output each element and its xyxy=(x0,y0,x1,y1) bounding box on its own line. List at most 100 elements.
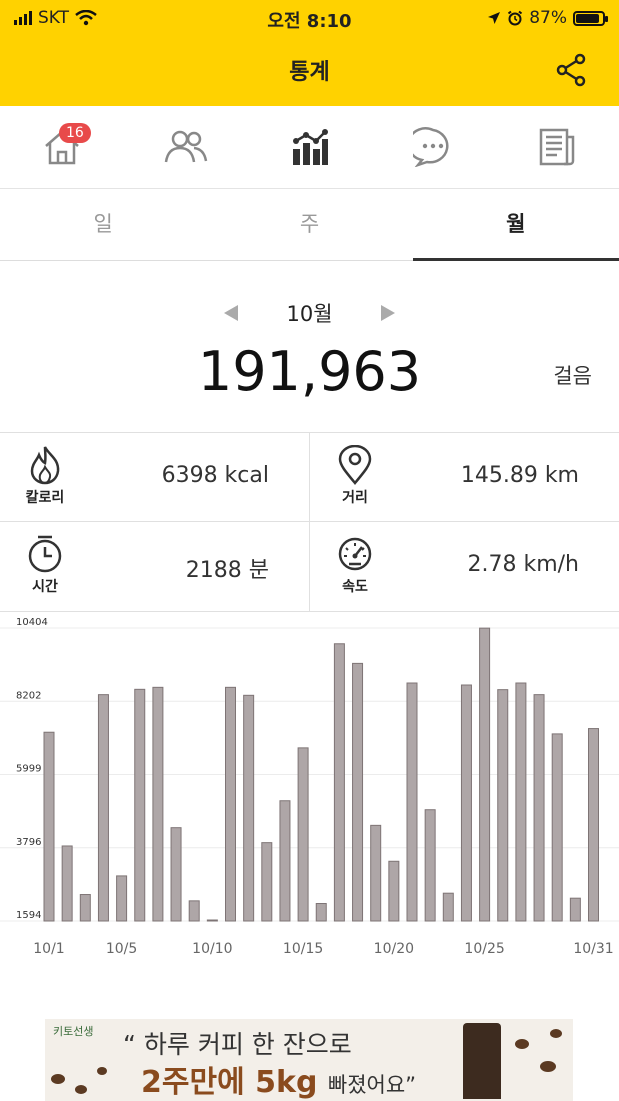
chart-bar xyxy=(406,682,418,922)
y-tick-label: 5999 xyxy=(16,764,41,775)
stat-speed: 속도 2.78 km/h xyxy=(310,522,619,610)
chart-bar xyxy=(315,903,327,922)
stats-row: 시간 2188 분 속도 2.78 km/h xyxy=(0,522,619,610)
x-tick-label: 10/5 xyxy=(106,941,137,957)
chart-bar xyxy=(61,845,73,922)
period-tabs: 일 주 월 xyxy=(0,188,619,261)
location-pin-icon xyxy=(332,445,378,485)
chart-bar xyxy=(533,694,545,922)
y-tick-label: 3796 xyxy=(16,837,41,848)
x-tick-label: 10/10 xyxy=(192,941,232,957)
nav-tab-friends[interactable] xyxy=(124,106,248,188)
ad-headline-text: 하루 커피 한 잔으로 xyxy=(143,1030,352,1059)
chart-bar xyxy=(388,860,400,922)
flame-icon xyxy=(22,445,68,485)
stat-time-label: 시간 xyxy=(32,579,58,595)
chart-bar xyxy=(206,919,218,922)
chart-bar xyxy=(188,900,200,922)
stat-calories: 칼로리 6398 kcal xyxy=(0,433,309,521)
stat-calories-label: 칼로리 xyxy=(25,490,65,506)
chart-bar xyxy=(352,662,364,922)
friends-icon xyxy=(164,130,207,163)
status-bar: SKT 오전 8:10 87% xyxy=(0,0,619,36)
nav-tab-stats[interactable] xyxy=(248,106,372,188)
chart-bar xyxy=(370,824,382,922)
coffee-bean-decoration xyxy=(515,1039,529,1049)
speedometer-icon xyxy=(332,534,378,574)
tab-day[interactable]: 일 xyxy=(0,188,206,260)
coffee-product-image xyxy=(463,1023,501,1099)
app-header: 통계 xyxy=(0,36,619,106)
stat-distance-label: 거리 xyxy=(342,490,368,506)
chart-bar xyxy=(479,627,491,922)
total-steps: 191,963 xyxy=(197,340,422,403)
tab-week[interactable]: 주 xyxy=(206,188,412,260)
chart-bar xyxy=(170,827,182,922)
chart-bar xyxy=(551,733,563,922)
chart-bar xyxy=(225,686,236,922)
nav-tab-chat[interactable] xyxy=(371,106,495,188)
nav-tabs: 16 xyxy=(0,106,619,189)
coffee-bean-decoration xyxy=(540,1061,556,1072)
share-button[interactable] xyxy=(553,52,589,88)
chart-bar xyxy=(569,897,581,922)
chart-bar xyxy=(261,842,273,922)
stat-distance: 거리 145.89 km xyxy=(310,433,619,521)
status-right: 87% xyxy=(487,8,608,28)
y-tick-label: 1594 xyxy=(16,910,41,921)
ad-brand: 키토선생 xyxy=(53,1025,94,1038)
notification-badge: 16 xyxy=(59,123,91,143)
coffee-bean-decoration xyxy=(75,1085,87,1094)
chart-bar xyxy=(424,809,436,922)
ad-banner[interactable]: 키토선생 “ 하루 커피 한 잔으로 2주만에 5kg 빠졌어요” xyxy=(45,1019,573,1101)
ad-subheadline-end: 빠졌어요 xyxy=(327,1073,406,1097)
stat-distance-value: 145.89 km xyxy=(460,463,579,488)
news-icon xyxy=(539,128,575,166)
page-title: 통계 xyxy=(289,60,330,85)
chart-bar xyxy=(134,688,146,922)
steps-bar-chart: 10404 8202 5999 3796 1594 10/1 10/5 10/10 10/15 1… xyxy=(0,617,619,957)
steps-chart: 10404 8202 5999 3796 1594 10/1 10/5 10/10 10/15 1… xyxy=(0,612,619,972)
x-tick-label: 10/31 xyxy=(573,941,613,957)
chart-bar xyxy=(297,747,309,922)
battery-percent: 87% xyxy=(529,8,567,28)
x-tick-label: 10/1 xyxy=(33,941,64,957)
chart-bar xyxy=(79,894,91,922)
y-tick-label: 8202 xyxy=(16,690,41,701)
nav-tab-news[interactable] xyxy=(495,106,619,188)
chart-bar xyxy=(515,682,527,922)
coffee-bean-decoration xyxy=(97,1067,107,1075)
y-tick-label: 10404 xyxy=(16,617,48,628)
chart-bar xyxy=(97,694,109,922)
stat-calories-value: 6398 kcal xyxy=(161,463,269,488)
chart-bar xyxy=(442,892,454,922)
coffee-bean-decoration xyxy=(550,1029,562,1038)
month-label: 10월 xyxy=(286,302,333,326)
location-arrow-icon xyxy=(488,12,501,24)
chart-bar xyxy=(243,694,255,922)
x-tick-label: 10/20 xyxy=(374,941,414,957)
chart-bar xyxy=(460,684,472,922)
nav-tab-home[interactable]: 16 xyxy=(0,106,124,188)
chart-bar xyxy=(279,800,291,922)
month-selector: 10월 xyxy=(0,295,619,329)
stat-speed-value: 2.78 km/h xyxy=(467,552,579,577)
chat-icon xyxy=(413,127,449,167)
steps-unit: 걸음 xyxy=(553,364,592,388)
stats-grid: 칼로리 6398 kcal 거리 145.89 km 시간 2188 분 속도 … xyxy=(0,432,619,612)
alarm-icon xyxy=(508,10,523,26)
tab-month[interactable]: 월 xyxy=(412,188,619,261)
coffee-bean-decoration xyxy=(51,1074,65,1084)
chart-bar xyxy=(116,875,128,922)
share-icon xyxy=(556,53,586,87)
battery-icon xyxy=(573,10,608,26)
stats-row: 칼로리 6398 kcal 거리 145.89 km xyxy=(0,433,619,522)
x-tick-label: 10/15 xyxy=(283,941,323,957)
ad-subheadline: 2주만에 5kg 빠졌어요” xyxy=(141,1065,417,1100)
next-month-button[interactable] xyxy=(381,305,395,321)
x-tick-label: 10/25 xyxy=(464,941,504,957)
ad-subheadline-main: 2주만에 5kg xyxy=(141,1065,318,1100)
stopwatch-icon xyxy=(22,534,68,574)
stat-speed-label: 속도 xyxy=(342,579,368,595)
chart-bar xyxy=(152,686,164,922)
